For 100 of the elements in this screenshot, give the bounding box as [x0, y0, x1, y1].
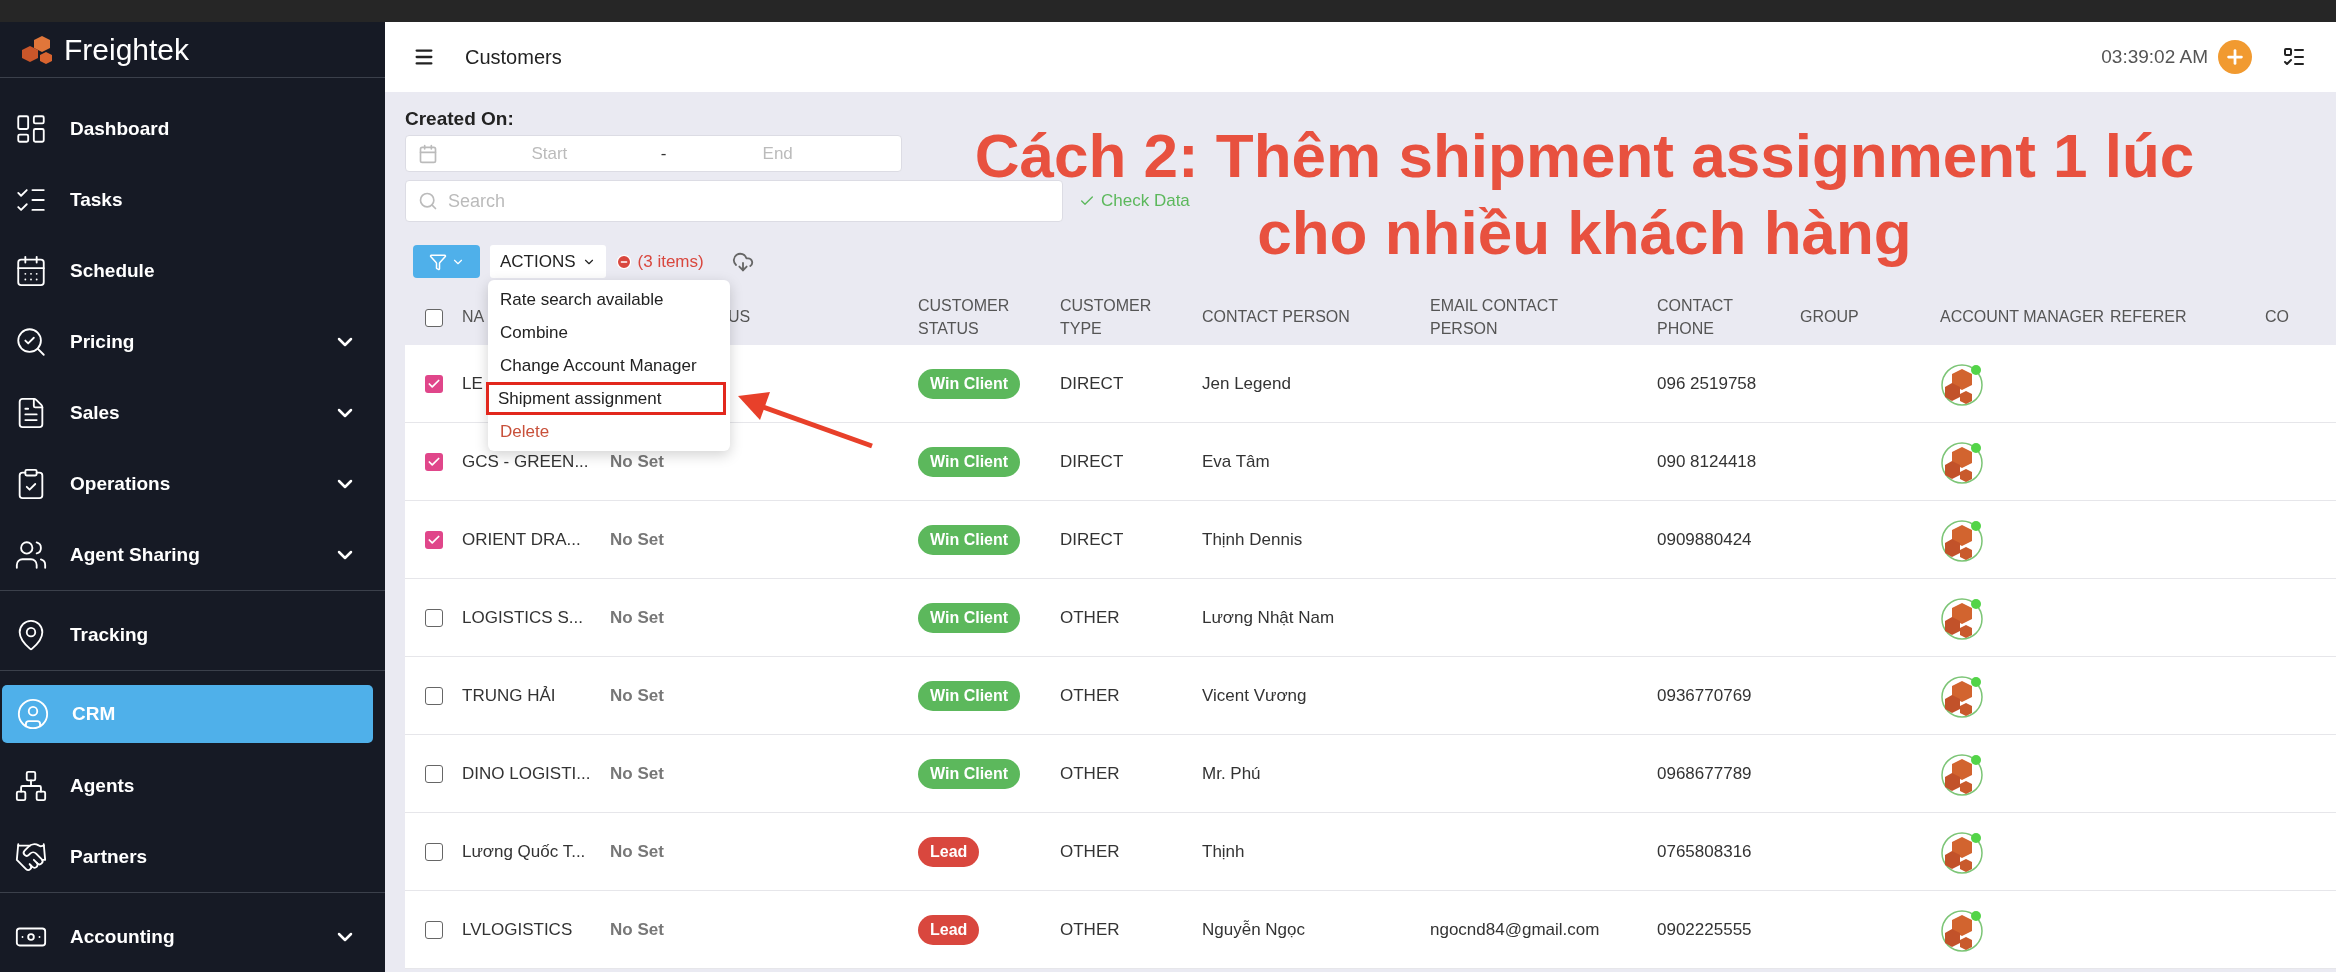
table-cell: LE — [462, 373, 483, 394]
status-tag: Win Client — [918, 446, 1021, 477]
column-header: EMAIL CONTACT PERSON — [1430, 296, 1559, 339]
table-cell: ngocnd84@gmail.com — [1430, 919, 1600, 940]
sidebar-item[interactable]: Dashboard — [0, 93, 385, 164]
status-tag: Win Client — [918, 368, 1021, 399]
clock-time: 03:39:02 AM — [2101, 46, 2208, 68]
calendar-icon — [14, 253, 48, 288]
table-cell: No Set — [610, 841, 664, 862]
menu-item[interactable]: Rate search available — [488, 283, 730, 316]
annotation-text: cho nhiều khách hàng — [1257, 197, 1912, 269]
table-cell: Nguyễn Ngọc — [1202, 919, 1305, 940]
sidebar-item[interactable]: Partners — [0, 821, 385, 892]
table-cell: No Set — [610, 919, 664, 940]
select-all-checkbox[interactable] — [425, 308, 443, 327]
column-header: ACCOUNT MANAGER — [1940, 307, 2105, 328]
network-icon — [14, 768, 48, 803]
table-cell: 0902225555 — [1657, 919, 1752, 940]
table-cell: 0765808316 — [1657, 841, 1752, 862]
app-name: Freightek — [64, 32, 190, 67]
table-cell: No Set — [610, 451, 664, 472]
row-checkbox[interactable] — [425, 608, 443, 627]
date-range-field[interactable]: Start - End — [405, 135, 902, 172]
table-cell: 0968677789 — [1657, 763, 1752, 784]
sidebar-item[interactable]: Accounting — [0, 901, 385, 972]
table-cell: OTHER — [1060, 841, 1120, 862]
status-tag: Lead — [918, 914, 980, 945]
table-cell: No Set — [610, 685, 664, 706]
column-header: NA — [462, 307, 485, 328]
menu-icon[interactable] — [413, 46, 435, 68]
row-checkbox[interactable] — [425, 452, 443, 471]
table-cell: 0936770769 — [1657, 685, 1752, 706]
table-cell: Vicent Vương — [1202, 685, 1307, 706]
table-cell: 090 8124418 — [1657, 451, 1757, 472]
table-cell: Eva Tâm — [1202, 451, 1270, 472]
column-header: CO — [2265, 307, 2289, 328]
plus-icon — [2224, 46, 2246, 68]
sidebar-item[interactable]: Pricing — [0, 306, 385, 377]
table-cell: ORIENT DRA... — [462, 529, 581, 550]
calendar-icon — [418, 143, 438, 164]
row-checkbox[interactable] — [425, 374, 443, 393]
sidebar-item[interactable]: Tasks — [0, 164, 385, 235]
sidebar-item[interactable]: Sales — [0, 377, 385, 448]
user-circle-icon — [16, 697, 50, 731]
table-cell: No Set — [610, 529, 664, 550]
row-checkbox[interactable] — [425, 530, 443, 549]
search-icon — [418, 191, 438, 211]
table-cell: LOGISTICS S... — [462, 607, 583, 628]
status-tag: Win Client — [918, 524, 1021, 555]
sidebar-item[interactable]: Agent Sharing — [0, 519, 385, 590]
row-checkbox[interactable] — [425, 842, 443, 861]
table-cell: Lương Nhật Nam — [1202, 607, 1335, 628]
filter-icon — [428, 252, 447, 271]
sidebar-item[interactable]: Schedule — [0, 235, 385, 306]
table-cell: Lương Quốc T... — [462, 841, 586, 862]
table-cell: 096 2519758 — [1657, 373, 1757, 394]
table-cell: OTHER — [1060, 763, 1120, 784]
minus-circle-icon — [615, 253, 632, 270]
sidebar-item[interactable]: Tracking — [0, 599, 385, 670]
status-tag: Win Client — [918, 758, 1021, 789]
table-cell: No Set — [610, 763, 664, 784]
column-header: CUSTOMER STATUS — [918, 296, 1011, 339]
selected-count[interactable]: (3 items) — [615, 251, 704, 272]
column-header: CONTACT PHONE — [1657, 296, 1734, 339]
sidebar-item[interactable]: Operations — [0, 448, 385, 519]
table-cell: DIRECT — [1060, 529, 1124, 550]
table-cell: GCS - GREEN... — [462, 451, 589, 472]
cloud-download-icon[interactable] — [731, 250, 754, 273]
table-cell: OTHER — [1060, 919, 1120, 940]
column-header: CUSTOMER TYPE — [1060, 296, 1153, 339]
table-cell: Thịnh Dennis — [1202, 529, 1303, 550]
status-tag: Win Client — [918, 680, 1021, 711]
column-header: CONTACT PERSON — [1202, 307, 1350, 328]
status-tag: Lead — [918, 836, 980, 867]
column-header: GROUP — [1800, 307, 1859, 328]
menu-item[interactable]: Combine — [488, 316, 730, 349]
table-cell: LVLOGISTICS — [462, 919, 573, 940]
menu-item[interactable]: Change Account Manager — [488, 349, 730, 382]
table-cell: Mr. Phú — [1202, 763, 1261, 784]
table-cell: TRUNG HẢI — [462, 685, 556, 706]
created-on-label: Created On: — [405, 108, 515, 130]
table-cell: 0909880424 — [1657, 529, 1752, 550]
menu-item[interactable]: Delete — [488, 415, 730, 448]
table-cell: DINO LOGISTI... — [462, 763, 591, 784]
table-cell: OTHER — [1060, 607, 1120, 628]
sidebar-item[interactable]: Agents — [0, 750, 385, 821]
table-cell: DIRECT — [1060, 451, 1124, 472]
table-cell: Thịnh — [1202, 841, 1245, 862]
page-title: Customers — [465, 45, 563, 69]
table-cell: Jen Legend — [1202, 373, 1291, 394]
menu-item[interactable]: Shipment assignment — [486, 382, 726, 415]
table-cell: OTHER — [1060, 685, 1120, 706]
actions-button[interactable]: ACTIONS — [490, 245, 606, 278]
table-cell: No Set — [610, 607, 664, 628]
row-checkbox[interactable] — [425, 764, 443, 783]
column-header: REFERER — [2110, 307, 2187, 328]
row-checkbox[interactable] — [425, 686, 443, 705]
row-checkbox[interactable] — [425, 920, 443, 939]
table-cell: DIRECT — [1060, 373, 1124, 394]
status-tag: Win Client — [918, 602, 1021, 633]
